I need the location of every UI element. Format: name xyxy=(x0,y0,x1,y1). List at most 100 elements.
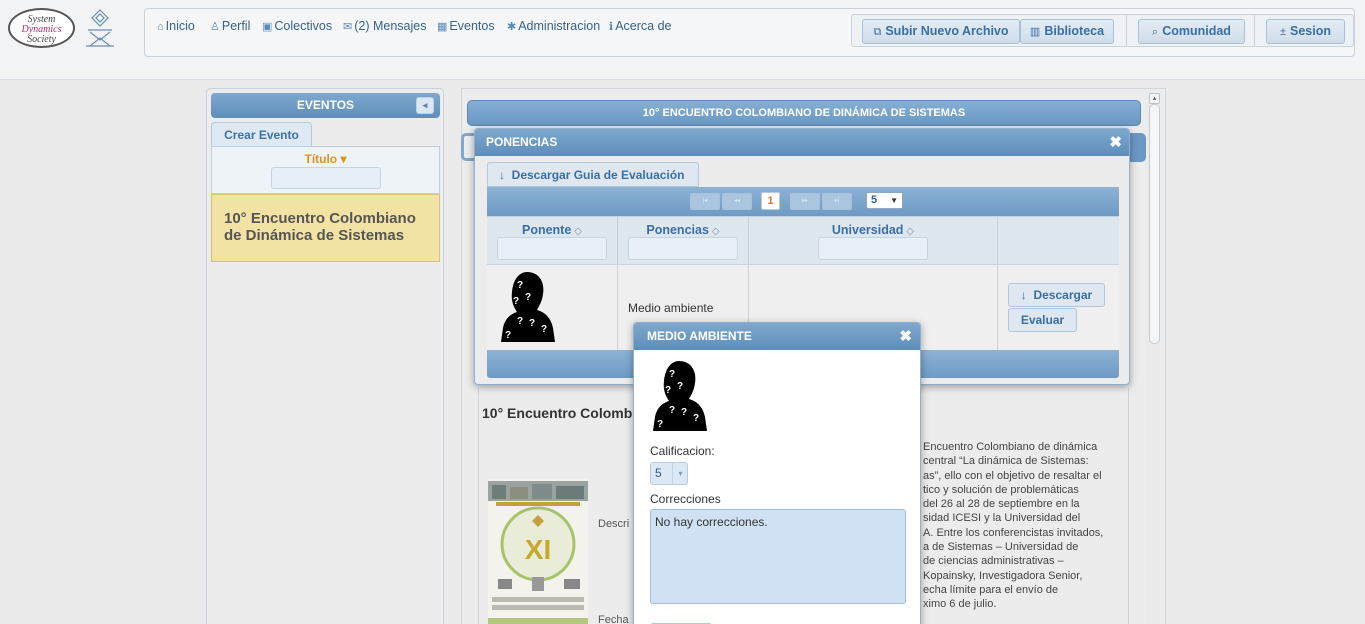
scroll-up-icon[interactable]: ▴ xyxy=(1149,93,1160,104)
avatar: ??? ???? xyxy=(653,361,707,431)
nav-label: (2) Mensajes xyxy=(354,19,427,33)
nav-administracion[interactable]: ✱ Administracion xyxy=(507,19,600,33)
column-ponente[interactable]: Ponente ◇ xyxy=(487,217,618,265)
prev-page-icon[interactable]: ◂◂ xyxy=(722,193,752,210)
toolbar-divider xyxy=(1254,15,1255,46)
nav-label: Acerca de xyxy=(615,19,672,33)
dialog-backdrop-bar xyxy=(1130,133,1146,162)
collapse-sidebar-button[interactable]: ◂ xyxy=(416,97,434,114)
sort-arrow-icon: ▾ xyxy=(340,152,347,166)
download-icon: ↓ xyxy=(499,168,505,182)
ponente-cell: ??? ???? xyxy=(487,265,618,351)
upload-file-button[interactable]: ⧉ Subir Nuevo Archivo xyxy=(862,19,1020,44)
description-line: tico y solución de problemáticas xyxy=(923,483,1079,496)
ponencia-title: Medio ambiente xyxy=(628,301,714,315)
column-header: Universidad ◇ xyxy=(749,223,997,237)
nav-mensajes[interactable]: ✉ (2) Mensajes xyxy=(343,19,426,33)
column-label: Universidad xyxy=(831,223,904,237)
svg-text:XI: XI xyxy=(525,534,551,565)
ponente-filter-input[interactable] xyxy=(497,237,607,260)
system-dynamics-society-logo[interactable]: System Dynamics Society xyxy=(8,8,75,48)
description-line: as”, ello con el objetivo de resaltar el xyxy=(923,469,1102,482)
sort-icon: ◇ xyxy=(711,226,720,237)
scrollbar-thumb[interactable] xyxy=(1149,104,1160,344)
avatar: ??? ???? xyxy=(501,272,555,342)
column-universidad[interactable]: Universidad ◇ xyxy=(749,217,998,265)
session-button[interactable]: ± Sesion xyxy=(1266,19,1345,44)
download-guide-label: Descargar Guia de Evaluación xyxy=(511,168,685,182)
page-size-select[interactable]: 5 ▼ xyxy=(866,192,903,209)
first-page-icon[interactable]: |◂ xyxy=(690,193,720,210)
svg-text:?: ? xyxy=(513,296,519,307)
title-column-header[interactable]: Título ▾ xyxy=(212,152,439,166)
dialog-title: PONENCIAS xyxy=(486,135,558,149)
column-ponencias[interactable]: Ponencias ◇ xyxy=(618,217,749,265)
nav-acerca-de[interactable]: ℹ Acerca de xyxy=(609,19,671,33)
close-icon[interactable]: ✖ xyxy=(899,323,912,350)
download-button[interactable]: ↓ Descargar xyxy=(1008,283,1105,307)
description-line: a de Sistemas – Universidad de xyxy=(923,541,1079,554)
nav-perfil[interactable]: ♙ Perfil xyxy=(210,19,250,33)
event-list-item[interactable]: 10° Encuentro Colombiano de Dinámica de … xyxy=(211,194,440,262)
evaluation-dialog: MEDIO AMBIENTE ✖ ??? ???? Calificacion: … xyxy=(633,322,921,624)
universidad-filter-input[interactable] xyxy=(818,237,928,260)
title-filter: Título ▾ xyxy=(211,146,440,194)
event-description: Encuentro Colombiano de dinámica central… xyxy=(923,440,1123,612)
last-page-icon[interactable]: ▸| xyxy=(822,193,852,210)
description-line: echa límite para el envío de xyxy=(923,583,1059,596)
svg-text:?: ? xyxy=(657,419,663,430)
evaluate-button[interactable]: Evaluar xyxy=(1008,308,1077,332)
svg-text:?: ? xyxy=(669,369,675,380)
svg-text:?: ? xyxy=(681,407,687,418)
description-line: A. Entre los conferencistas invitados, xyxy=(923,526,1104,539)
community-label: Comunidad xyxy=(1162,24,1231,38)
svg-text:?: ? xyxy=(677,381,683,392)
svg-text:?: ? xyxy=(669,405,675,416)
user-icon: ♙ xyxy=(210,21,220,33)
upload-label: Subir Nuevo Archivo xyxy=(885,24,1009,38)
svg-text:?: ? xyxy=(517,316,523,327)
download-icon: ↓ xyxy=(1020,288,1027,302)
nav-label: Perfil xyxy=(221,19,251,33)
column-label: Ponencias xyxy=(646,223,709,237)
column-actions xyxy=(998,217,1119,265)
svg-text:?: ? xyxy=(525,292,531,303)
date-label: Fecha xyxy=(598,614,629,624)
svg-text:?: ? xyxy=(505,330,511,341)
dialog-header: PONENCIAS ✖ xyxy=(475,129,1129,156)
svg-text:?: ? xyxy=(517,280,523,291)
description-line: central “La dinámica de Sistemas: xyxy=(923,455,1089,468)
corrections-textarea[interactable]: No hay correcciones. xyxy=(650,509,906,604)
description-line: Kopainsky, Investigadora Senior, xyxy=(923,569,1083,582)
nav-label: Inicio xyxy=(165,19,195,33)
community-button[interactable]: ⌕ Comunidad xyxy=(1138,19,1245,44)
nav-inicio[interactable]: ⌂ Inicio xyxy=(157,19,195,33)
download-guide-button[interactable]: ↓ Descargar Guia de Evaluación xyxy=(487,162,699,187)
ponencias-filter-input[interactable] xyxy=(628,237,738,260)
rating-select[interactable]: 5 ▾ xyxy=(650,462,688,485)
nav-label: Colectivos xyxy=(274,19,333,33)
description-line: de ciencias administrativas – xyxy=(923,555,1064,568)
title-filter-input[interactable] xyxy=(271,167,381,189)
current-page[interactable]: 1 xyxy=(761,192,780,210)
app-header: System Dynamics Society ⌂ Inicio ♙ Perfil … xyxy=(0,0,1365,80)
nav-label: Eventos xyxy=(449,19,495,33)
description-label: Descri xyxy=(598,518,630,530)
tab-crear-evento[interactable]: Crear Evento xyxy=(211,122,312,147)
toolbar-divider xyxy=(1126,15,1127,46)
close-icon[interactable]: ✖ xyxy=(1109,129,1122,156)
nav-label: Administracion xyxy=(518,19,601,33)
dialog-backdrop-bar xyxy=(461,133,475,161)
nav-eventos[interactable]: ▦ Eventos xyxy=(437,19,495,33)
event-poster-image[interactable]: XI xyxy=(488,479,588,624)
calendar-icon: ▦ xyxy=(437,21,448,33)
description-line: del 26 al 28 de septiembre en la xyxy=(923,498,1080,511)
svg-text:?: ? xyxy=(529,318,535,329)
nav-colectivos[interactable]: ▣ Colectivos xyxy=(262,19,332,33)
sidebar-title: EVENTOS xyxy=(296,98,355,112)
next-page-icon[interactable]: ▸▸ xyxy=(790,193,820,210)
library-button[interactable]: ▥ Biblioteca xyxy=(1020,19,1114,44)
description-line: ximo 6 de julio. xyxy=(923,598,997,611)
actions-cell: ↓ Descargar Evaluar xyxy=(998,265,1119,351)
download-label: Descargar xyxy=(1033,288,1093,302)
